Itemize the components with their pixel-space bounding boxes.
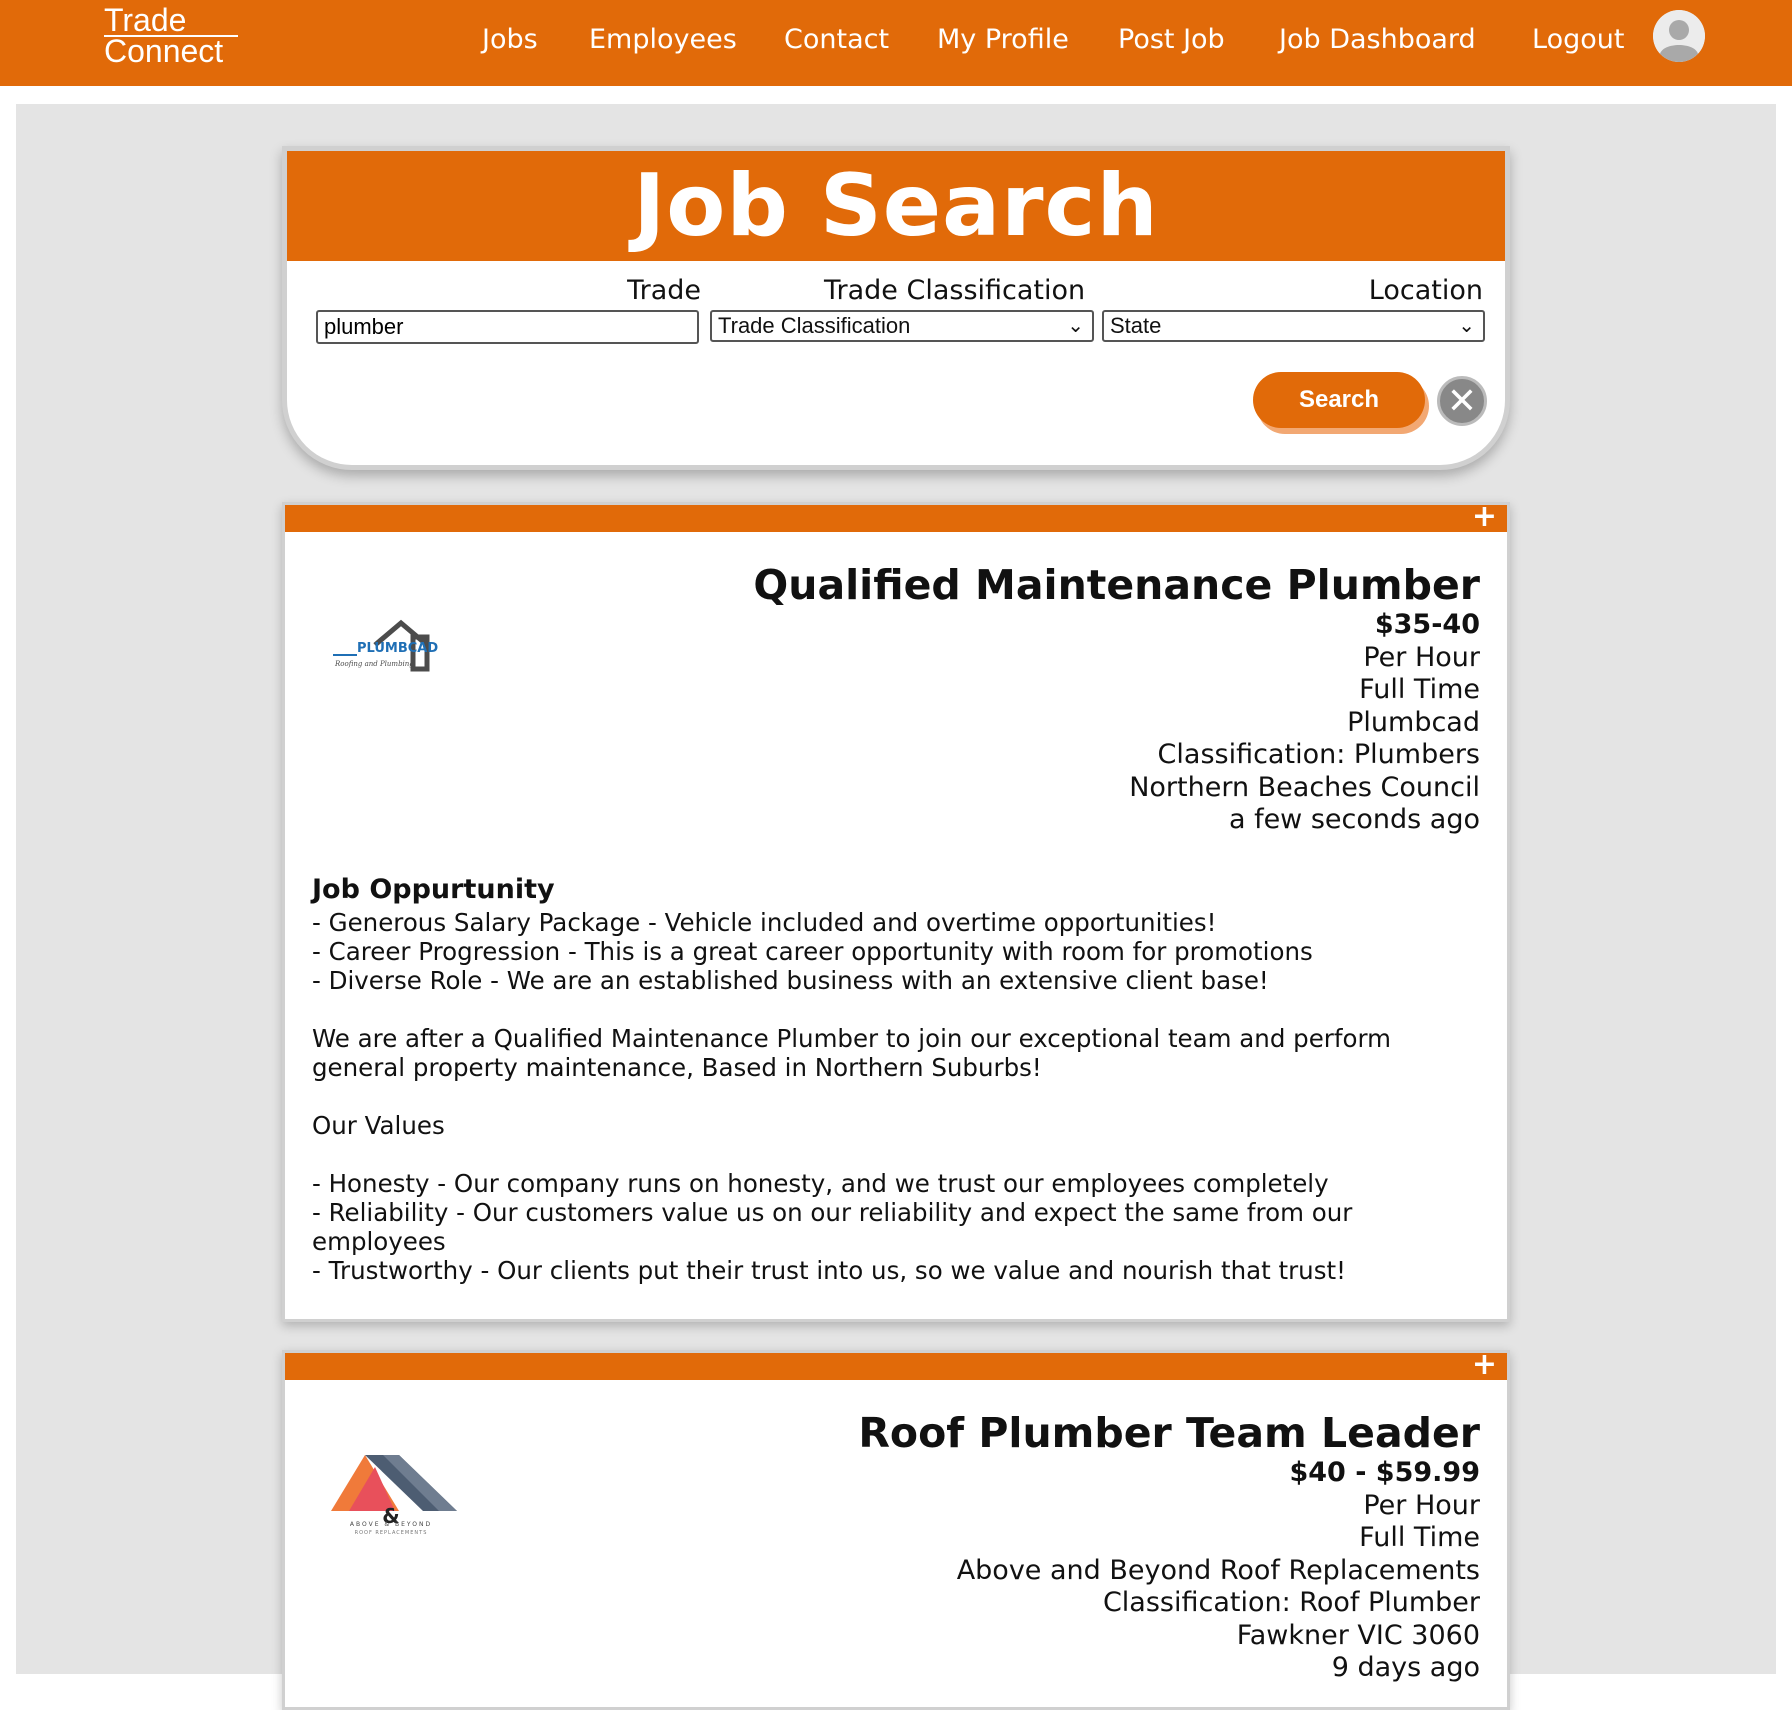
location-state-selected: State [1110, 313, 1162, 338]
job-pay-type: Per Hour [1363, 1489, 1480, 1521]
nav-link-employees[interactable]: Employees [589, 24, 737, 55]
job-employment-type: Full Time [1359, 1522, 1480, 1553]
company-logo: PLUMBCAD Roofing and Plumbing [329, 619, 455, 679]
job-card-header-bar: + [285, 500, 1507, 534]
job-meta: Qualified Maintenance Plumber $35-40 Per… [753, 561, 1480, 837]
nav-link-my-profile[interactable]: My Profile [937, 24, 1069, 55]
job-description-line [312, 1140, 1452, 1169]
job-description-line: - Career Progression - This is a great c… [312, 937, 1313, 966]
company-logo-text: PLUMBCAD [357, 641, 438, 656]
job-pay: $40 - $59.99 [1289, 1457, 1480, 1488]
trade-connect-logo[interactable]: Trade Connect [104, 4, 238, 69]
nav-link-logout[interactable]: Logout [1532, 24, 1624, 55]
trade-label: Trade [627, 275, 701, 306]
job-description-line: - Honesty - Our company runs on honesty,… [312, 1169, 1329, 1198]
job-pay: $35-40 [1374, 609, 1480, 640]
job-classification: Classification: Plumbers [1157, 739, 1480, 770]
trade-input[interactable] [316, 310, 699, 344]
close-icon[interactable]: ✕ [1437, 376, 1487, 426]
trade-classification-selected: Trade Classification [718, 313, 911, 338]
job-description-line [312, 995, 1452, 1024]
nav-link-post-job[interactable]: Post Job [1118, 24, 1225, 55]
plus-icon[interactable]: + [1472, 1348, 1497, 1382]
nav-link-jobs[interactable]: Jobs [482, 24, 538, 55]
job-description-line: We are after a Qualified Maintenance Plu… [312, 1024, 1399, 1082]
chevron-down-icon: ⌄ [1067, 315, 1084, 337]
logo-line2: Connect [104, 33, 224, 69]
job-description-line [312, 1082, 1452, 1111]
job-pay-type: Per Hour [1363, 641, 1480, 673]
trade-classification-select[interactable]: Trade Classification ⌄ [710, 310, 1094, 342]
company-logo-text: ABOVE & BEYOND [350, 1521, 432, 1528]
job-location: Northern Beaches Council [1129, 771, 1480, 803]
job-card-header-bar: + [285, 1348, 1507, 1382]
top-navbar: Trade Connect Jobs Employees Contact My … [0, 0, 1792, 86]
job-employment-type: Full Time [1359, 674, 1480, 705]
job-classification: Classification: Roof Plumber [1102, 1587, 1480, 1618]
job-company: Plumbcad [1347, 706, 1480, 738]
job-description-line: - Trustworthy - Our clients put their tr… [312, 1256, 1346, 1285]
company-logo-subtext: ROOF REPLACEMENTS [355, 1530, 428, 1536]
trade-classification-label: Trade Classification [824, 275, 1086, 306]
job-description-line: - Generous Salary Package - Vehicle incl… [312, 908, 1217, 937]
job-description-line: Our Values [312, 1111, 445, 1140]
nav-link-contact[interactable]: Contact [784, 24, 889, 55]
job-description-heading: Job Oppurtunity [312, 874, 555, 905]
job-location: Fawkner VIC 3060 [1236, 1619, 1480, 1651]
nav-link-job-dashboard[interactable]: Job Dashboard [1279, 24, 1476, 55]
job-description: Job Oppurtunity - Generous Salary Packag… [312, 875, 1452, 1285]
job-search-title: Job Search [287, 151, 1505, 261]
job-posted-time: 9 days ago [1331, 1652, 1480, 1683]
avatar-icon[interactable] [1653, 10, 1705, 62]
job-posted-time: a few seconds ago [1228, 804, 1480, 835]
plus-icon[interactable]: + [1472, 500, 1497, 534]
location-state-select[interactable]: State ⌄ [1102, 310, 1485, 342]
company-logo-subtext: Roofing and Plumbing [334, 660, 414, 668]
company-logo: & ABOVE & BEYOND ROOF REPLACEMENTS [329, 1445, 459, 1541]
job-card: + & ABOVE & BEYOND ROOF REPLACEMENTS Roo… [282, 1348, 1510, 1710]
job-description-line: - Reliability - Our customers value us o… [312, 1198, 1361, 1256]
job-title[interactable]: Qualified Maintenance Plumber [753, 561, 1480, 609]
job-search-panel: Job Search Trade Trade Classification Lo… [282, 146, 1510, 470]
location-label: Location [1368, 275, 1483, 306]
job-card: + PLUMBCAD Roofing and Plumbing Qualifie… [282, 500, 1510, 1322]
job-title[interactable]: Roof Plumber Team Leader [858, 1409, 1480, 1457]
job-meta: Roof Plumber Team Leader $40 - $59.99 Pe… [858, 1409, 1480, 1685]
job-description-line: - Diverse Role - We are an established b… [312, 966, 1269, 995]
chevron-down-icon: ⌄ [1458, 315, 1475, 337]
search-button[interactable]: Search [1253, 372, 1425, 428]
job-company: Above and Beyond Roof Replacements [956, 1554, 1480, 1586]
